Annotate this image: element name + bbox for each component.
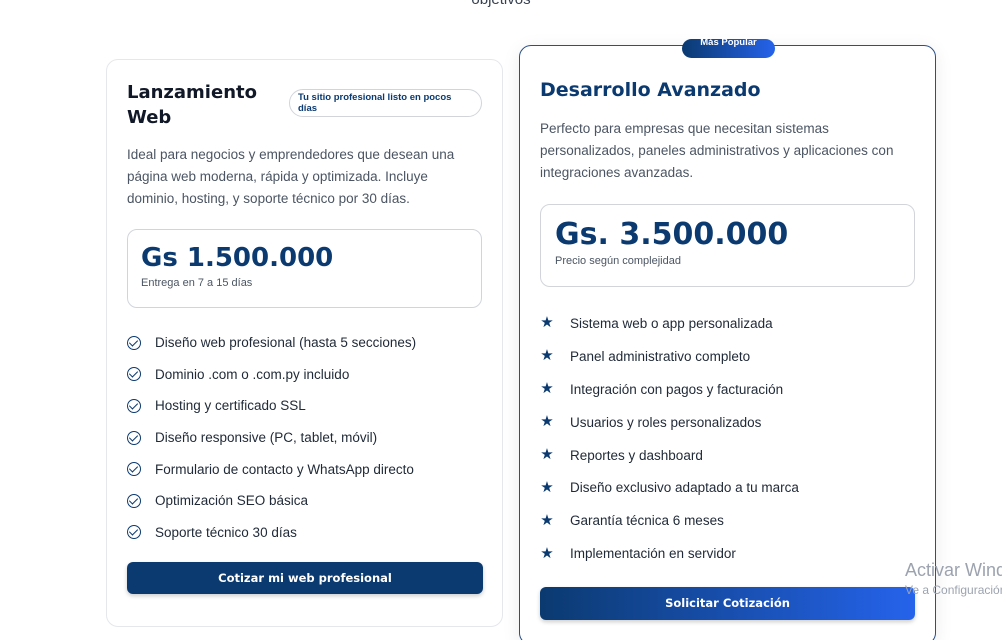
check-circle-icon <box>127 525 141 540</box>
plan-header: Lanzamiento Web Tu sitio profesional lis… <box>127 80 482 130</box>
plan-description: Perfecto para empresas que necesitan sis… <box>540 121 894 180</box>
feature-label: Garantía técnica 6 meses <box>570 513 724 529</box>
price-box: Gs 1.500.000 Entrega en 7 a 15 días <box>127 229 482 308</box>
star-icon: ★ <box>540 347 554 365</box>
windows-activation-watermark: Activar Windows Ve a Configuración para … <box>905 560 1002 597</box>
plan-price: Gs 1.500.000 <box>141 243 334 273</box>
quote-web-button[interactable]: Cotizar mi web profesional <box>127 562 483 594</box>
feature-item: ★ Diseño exclusivo adaptado a tu marca <box>540 471 915 504</box>
feature-item: ★ Reportes y dashboard <box>540 439 915 472</box>
feature-label: Hosting y certificado SSL <box>155 398 306 414</box>
feature-label: Soporte técnico 30 días <box>155 524 297 540</box>
feature-label: Panel administrativo completo <box>570 348 751 364</box>
feature-list: Diseño web profesional (hasta 5 seccione… <box>127 327 482 548</box>
feature-item: ★ Usuarios y roles personalizados <box>540 406 915 439</box>
plan-title: Lanzamiento Web <box>127 82 257 128</box>
price-box: Gs. 3.500.000 Precio según complejidad <box>540 204 915 287</box>
watermark-title: Activar Windows <box>905 560 1002 580</box>
plan-description: Ideal para negocios y emprendedores que … <box>127 147 455 206</box>
feature-label: Diseño exclusivo adaptado a tu marca <box>570 480 799 496</box>
check-circle-icon <box>127 430 141 445</box>
plan-price: Gs. 3.500.000 <box>555 217 789 252</box>
check-circle-icon <box>127 493 141 508</box>
feature-item: ★ Integración con pagos y facturación <box>540 373 915 406</box>
plan-card-advanced: Más Popular Desarrollo Avanzado Perfecto… <box>519 38 936 640</box>
star-icon: ★ <box>540 511 554 529</box>
feature-label: Diseño web profesional (hasta 5 seccione… <box>155 335 417 351</box>
feature-item: Dominio .com o .com.py incluido <box>127 359 482 391</box>
feature-item: ★ Implementación en servidor <box>540 537 915 570</box>
plan-card-basic: Lanzamiento Web Tu sitio profesional lis… <box>106 59 503 627</box>
feature-label: Formulario de contacto y WhatsApp direct… <box>155 461 414 477</box>
feature-label: Diseño responsive (PC, tablet, móvil) <box>155 430 378 446</box>
feature-item: ★ Garantía técnica 6 meses <box>540 504 915 537</box>
price-note: Precio según complejidad <box>555 255 681 267</box>
feature-item: ★ Sistema web o app personalizada <box>540 307 915 340</box>
feature-label: Reportes y dashboard <box>570 447 703 463</box>
star-icon: ★ <box>540 544 554 562</box>
watermark-subtitle: Ve a Configuración para activar Windows. <box>905 583 1002 597</box>
plan-badge: Tu sitio profesional listo en pocos días <box>289 89 482 117</box>
feature-item: Optimización SEO básica <box>127 485 482 517</box>
section-subtitle: objetivos <box>0 0 1002 8</box>
feature-item: Soporte técnico 30 días <box>127 517 482 549</box>
check-circle-icon <box>127 462 141 477</box>
feature-item: Formulario de contacto y WhatsApp direct… <box>127 453 482 485</box>
feature-item: ★ Panel administrativo completo <box>540 340 915 373</box>
plan-title: Desarrollo Avanzado <box>540 79 761 101</box>
check-circle-icon <box>127 367 141 382</box>
star-icon: ★ <box>540 314 554 332</box>
check-circle-icon <box>127 335 141 350</box>
pricing-page: objetivos Lanzamiento Web Tu sitio profe… <box>0 0 1002 640</box>
star-icon: ★ <box>540 380 554 398</box>
check-circle-icon <box>127 398 141 413</box>
feature-label: Dominio .com o .com.py incluido <box>155 366 350 382</box>
feature-label: Optimización SEO básica <box>155 493 309 509</box>
feature-label: Usuarios y roles personalizados <box>570 414 762 430</box>
feature-item: Diseño web profesional (hasta 5 seccione… <box>127 327 482 359</box>
feature-item: Hosting y certificado SSL <box>127 390 482 422</box>
star-icon: ★ <box>540 446 554 463</box>
request-quote-button[interactable]: Solicitar Cotización <box>540 587 915 620</box>
feature-list: ★ Sistema web o app personalizada ★ Panel … <box>540 307 915 570</box>
star-icon: ★ <box>540 413 554 431</box>
star-icon: ★ <box>540 478 554 496</box>
feature-label: Sistema web o app personalizada <box>570 315 773 331</box>
feature-label: Integración con pagos y facturación <box>570 381 784 397</box>
feature-label: Implementación en servidor <box>570 546 736 562</box>
price-note: Entrega en 7 a 15 días <box>141 277 253 289</box>
feature-item: Diseño responsive (PC, tablet, móvil) <box>127 422 482 454</box>
popular-badge: Más Popular <box>682 38 775 58</box>
